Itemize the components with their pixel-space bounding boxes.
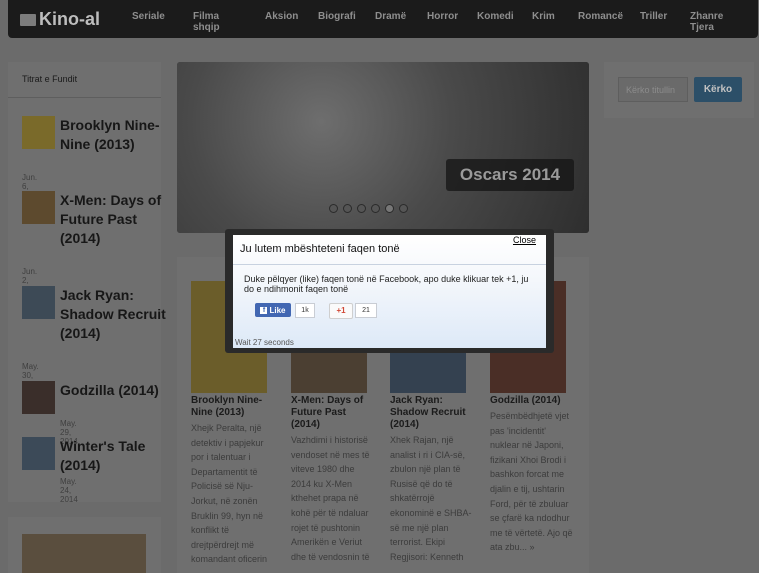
slider-dot[interactable] [343, 204, 352, 213]
top-navbar: Kino-al Seriale Filma shqip Aksion Biogr… [8, 0, 758, 38]
featured-slider[interactable]: Oscars 2014 [177, 62, 589, 233]
slider-dot[interactable] [371, 204, 380, 213]
support-popup: Close Ju lutem mbështeteni faqen tonë Du… [225, 229, 554, 353]
post-date: May. 24, 2014 [60, 477, 78, 504]
movie-excerpt: Pesëmbëdhjetë vjet pas 'incidentit' nukl… [490, 411, 573, 553]
post-title[interactable]: X-Men: Days of Future Past (2014) [60, 191, 170, 248]
post-thumbnail[interactable] [22, 381, 55, 414]
google-plus-count: 21 [355, 303, 377, 318]
movie-excerpt: Xhek Rajan, një analist i ri i CIA-së, z… [390, 435, 472, 562]
slider-dot[interactable] [399, 204, 408, 213]
facebook-like-label: Like [269, 305, 286, 315]
movie-excerpt: Vazhdimi i historisë vendoset në mes të … [291, 435, 370, 562]
post-title[interactable]: Jack Ryan: Shadow Recruit (2014) [60, 286, 170, 343]
movie-excerpt: Xhejk Peralta, një detektiv i papjekur p… [191, 423, 268, 565]
post-thumbnail[interactable] [22, 116, 55, 149]
site-logo-text: Kino-al [39, 9, 100, 29]
nav-item-aksion[interactable]: Aksion [265, 11, 298, 22]
wait-countdown: Wait 27 seconds [235, 338, 294, 347]
site-logo[interactable]: Kino-al [20, 9, 100, 30]
slider-dot-active[interactable] [385, 204, 394, 213]
movie-title[interactable]: X-Men: Days of Future Past (2014) [291, 395, 376, 431]
search-button[interactable]: Kërko [694, 77, 742, 102]
movie-title[interactable]: Brooklyn Nine-Nine (2013) [191, 395, 276, 419]
nav-item-biografi[interactable]: Biografi [318, 11, 356, 22]
search-input[interactable]: Kërko titullin [618, 77, 688, 102]
nav-item-seriale[interactable]: Seriale [132, 11, 165, 22]
google-plus-button[interactable]: +1 [329, 303, 353, 319]
movie-title[interactable]: Godzilla (2014) [490, 395, 575, 407]
sidebar-widget [8, 517, 161, 573]
nav-item-zhanre-tjera[interactable]: Zhanre Tjera [690, 11, 723, 33]
post-title[interactable]: Winter's Tale (2014) [60, 437, 170, 475]
slider-dot[interactable] [329, 204, 338, 213]
facebook-like-count: 1k [295, 303, 315, 318]
close-button[interactable]: Close [513, 235, 536, 245]
nav-item-horror[interactable]: Horror [427, 11, 458, 22]
movie-title[interactable]: Jack Ryan: Shadow Recruit (2014) [390, 395, 475, 431]
film-icon [20, 13, 36, 26]
slider-caption[interactable]: Oscars 2014 [446, 159, 574, 191]
facebook-like-button[interactable]: f Like [255, 303, 291, 317]
nav-item-filma-shqip[interactable]: Filma shqip [193, 11, 220, 33]
nav-item-romance[interactable]: Romancë [578, 11, 623, 22]
post-thumbnail[interactable] [22, 286, 55, 319]
facebook-icon: f [260, 306, 268, 314]
slider-pagination [329, 204, 413, 213]
divider [8, 97, 161, 98]
nav-item-krim[interactable]: Krim [532, 11, 555, 22]
popup-body: Close Ju lutem mbështeteni faqen tonë Du… [233, 235, 546, 348]
post-thumbnail[interactable] [22, 437, 55, 470]
slider-dot[interactable] [357, 204, 366, 213]
recent-subtitles-widget: Titrat e Fundit Brooklyn Nine-Nine (2013… [8, 62, 166, 504]
nav-item-drame[interactable]: Dramë [375, 11, 406, 22]
divider [233, 264, 546, 265]
widget-title: Titrat e Fundit [22, 74, 78, 84]
widget-image[interactable] [22, 534, 146, 573]
search-widget: Kërko titullin Kërko [604, 62, 754, 118]
post-title[interactable]: Godzilla (2014) [60, 381, 170, 400]
nav-item-komedi[interactable]: Komedi [477, 11, 514, 22]
nav-item-triller[interactable]: Triller [640, 11, 667, 22]
post-thumbnail[interactable] [22, 191, 55, 224]
post-title[interactable]: Brooklyn Nine-Nine (2013) [60, 116, 170, 154]
popup-message: Duke pëlqyer (like) faqen tonë në Facebo… [244, 274, 529, 294]
popup-title: Ju lutem mbështeteni faqen tonë [240, 243, 400, 255]
